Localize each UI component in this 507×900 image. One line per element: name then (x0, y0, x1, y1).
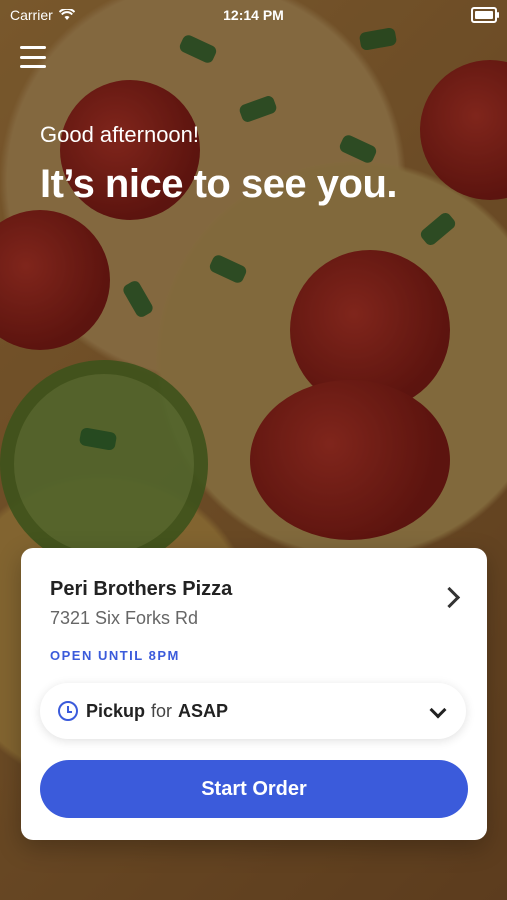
battery-icon (471, 7, 499, 23)
store-name[interactable]: Peri Brothers Pizza (50, 578, 232, 601)
clock-time: 12:14 PM (223, 7, 284, 23)
wifi-icon (58, 9, 75, 20)
headline-text: It’s nice to see you. (40, 162, 398, 206)
carrier-label: Carrier (10, 7, 53, 23)
store-address: 7321 Six Forks Rd (50, 608, 199, 628)
greeting-text: Good afternoon! (40, 122, 200, 147)
order-mode-for: for (151, 700, 173, 721)
order-card: Peri Brothers Pizza 7321 Six Forks Rd OP… (21, 548, 487, 840)
chevron-down-icon (429, 701, 447, 719)
order-mode-label: Pickup (86, 700, 146, 721)
hamburger-menu-icon[interactable] (20, 46, 46, 68)
store-hours: OPEN UNTIL 8PM (50, 648, 180, 663)
chevron-right-icon[interactable] (438, 586, 461, 609)
status-bar: Carrier 12:14 PM (0, 0, 507, 30)
clock-icon (58, 701, 78, 721)
start-order-button[interactable]: Start Order (40, 760, 468, 818)
order-time-label: ASAP (178, 700, 229, 721)
order-mode-selector[interactable]: Pickup for ASAP (40, 683, 466, 739)
